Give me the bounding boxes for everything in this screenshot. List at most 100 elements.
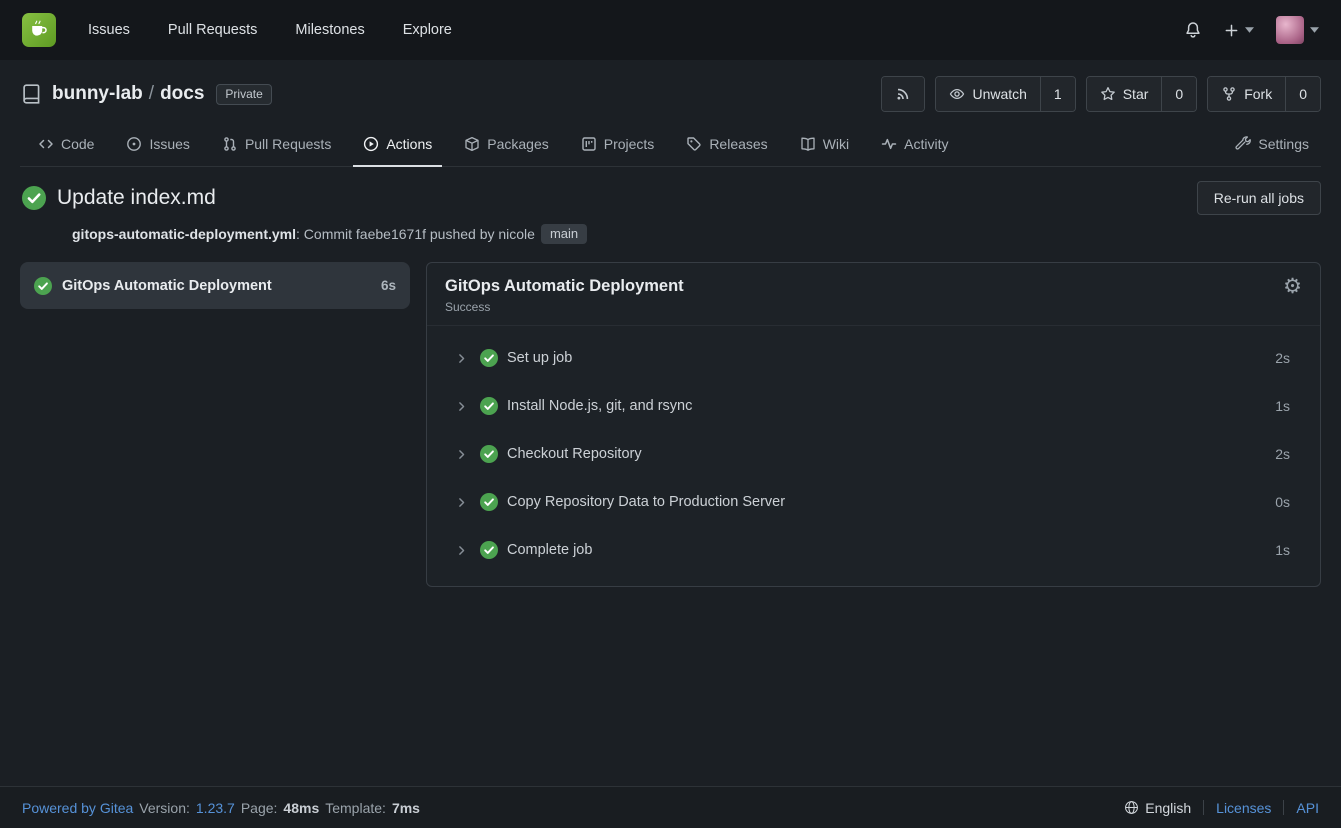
rss-icon	[895, 86, 911, 102]
nav-item-explore[interactable]: Explore	[403, 22, 452, 38]
pulse-icon	[881, 136, 897, 152]
job-detail-title: GitOps Automatic Deployment	[445, 277, 1302, 296]
top-navbar: Issues Pull Requests Milestones Explore	[0, 0, 1341, 60]
tab-releases[interactable]: Releases	[676, 124, 777, 167]
run-subtitle: gitops-automatic-deployment.yml: Commit …	[72, 224, 1321, 244]
chevron-right-icon[interactable]	[455, 400, 468, 413]
language-selector[interactable]: English	[1124, 800, 1191, 816]
repo-title-row: bunny-lab/docs Private	[20, 76, 1321, 112]
tab-label: Issues	[149, 136, 189, 152]
step-name: Complete job	[507, 542, 592, 558]
version-label: Version:	[139, 800, 190, 816]
run-header: Update index.md Re-run all jobs	[20, 181, 1321, 215]
private-badge: Private	[216, 84, 271, 105]
tab-projects[interactable]: Projects	[571, 124, 665, 167]
gear-icon[interactable]: ⚙	[1283, 276, 1302, 297]
page-title: Update index.md	[57, 186, 216, 210]
chevron-right-icon[interactable]	[455, 496, 468, 509]
footer-left: Powered by Gitea Version: 1.23.7 Page: 4…	[22, 800, 420, 816]
chevron-right-icon[interactable]	[455, 544, 468, 557]
licenses-link[interactable]: Licenses	[1216, 800, 1271, 816]
tab-actions[interactable]: Actions	[353, 124, 442, 167]
tab-pull-requests[interactable]: Pull Requests	[212, 124, 341, 167]
notifications-bell-button[interactable]	[1184, 21, 1202, 39]
workflow-steps: Set up job 2s Install Node.js, git, and …	[427, 326, 1320, 586]
footer-right: English Licenses API	[1124, 800, 1319, 816]
breadcrumb: bunny-lab/docs	[52, 83, 204, 105]
rss-button-group	[881, 76, 925, 112]
repo-owner-link[interactable]: bunny-lab	[52, 83, 143, 104]
job-detail-card: GitOps Automatic Deployment Success ⚙ Se…	[426, 262, 1321, 587]
job-list-item[interactable]: GitOps Automatic Deployment 6s	[20, 262, 410, 309]
divider	[1283, 800, 1284, 815]
actions-run-view: Update index.md Re-run all jobs gitops-a…	[0, 167, 1341, 786]
bell-icon	[1184, 21, 1202, 39]
step-duration: 1s	[1275, 398, 1290, 414]
branch-badge[interactable]: main	[541, 224, 587, 244]
watchers-count[interactable]: 1	[1040, 77, 1075, 111]
version-link[interactable]: 1.23.7	[196, 800, 235, 816]
chevron-right-icon[interactable]	[455, 352, 468, 365]
globe-icon	[1124, 800, 1139, 815]
step-row[interactable]: Set up job 2s	[427, 334, 1320, 382]
unwatch-button[interactable]: Unwatch	[936, 77, 1039, 111]
step-name: Copy Repository Data to Production Serve…	[507, 494, 785, 510]
star-button[interactable]: Star	[1087, 77, 1162, 111]
step-row[interactable]: Copy Repository Data to Production Serve…	[427, 478, 1320, 526]
page: Issues Pull Requests Milestones Explore	[0, 0, 1341, 828]
repo-name-link[interactable]: docs	[160, 83, 204, 104]
user-menu-button[interactable]	[1276, 16, 1319, 44]
tab-issues[interactable]: Issues	[116, 124, 199, 167]
repo-icon	[20, 83, 42, 105]
gitea-logo[interactable]	[22, 13, 56, 47]
issue-opened-icon	[126, 136, 142, 152]
tab-code[interactable]: Code	[28, 124, 104, 167]
rerun-all-jobs-button[interactable]: Re-run all jobs	[1197, 181, 1321, 215]
language-label: English	[1145, 800, 1191, 816]
create-new-menu-button[interactable]	[1224, 23, 1254, 38]
chevron-down-icon	[1310, 27, 1319, 33]
job-name: GitOps Automatic Deployment	[62, 278, 371, 294]
workflow-file-link[interactable]: gitops-automatic-deployment.yml	[72, 226, 296, 242]
fork-button[interactable]: Fork	[1208, 77, 1285, 111]
chevron-down-icon	[1245, 27, 1254, 33]
rss-feed-button[interactable]	[882, 77, 924, 111]
divider	[1203, 800, 1204, 815]
job-detail-header: GitOps Automatic Deployment Success ⚙	[427, 263, 1320, 326]
watch-button-group: Unwatch 1	[935, 76, 1075, 112]
tab-wiki[interactable]: Wiki	[790, 124, 859, 167]
tag-icon	[686, 136, 702, 152]
nav-item-issues[interactable]: Issues	[88, 22, 130, 38]
check-circle-icon	[34, 277, 52, 295]
nav-item-pull-requests[interactable]: Pull Requests	[168, 22, 257, 38]
stars-count[interactable]: 0	[1161, 77, 1196, 111]
check-circle-icon	[480, 445, 498, 463]
chevron-right-icon[interactable]	[455, 448, 468, 461]
api-link[interactable]: API	[1296, 800, 1319, 816]
job-duration: 6s	[381, 278, 396, 293]
git-pull-request-icon	[222, 136, 238, 152]
tab-activity[interactable]: Activity	[871, 124, 958, 167]
step-duration: 1s	[1275, 542, 1290, 558]
step-name: Set up job	[507, 350, 572, 366]
nav-item-milestones[interactable]: Milestones	[295, 22, 364, 38]
step-duration: 0s	[1275, 494, 1290, 510]
forks-count[interactable]: 0	[1285, 77, 1320, 111]
book-icon	[800, 136, 816, 152]
step-row[interactable]: Install Node.js, git, and rsync 1s	[427, 382, 1320, 430]
tab-label: Wiki	[823, 136, 849, 152]
tab-settings[interactable]: Settings	[1225, 124, 1319, 167]
check-circle-icon	[480, 397, 498, 415]
check-circle-icon	[22, 186, 46, 210]
tab-label: Actions	[386, 136, 432, 152]
repo-header: bunny-lab/docs Private	[0, 60, 1341, 167]
powered-by-gitea-link[interactable]: Powered by Gitea	[22, 800, 133, 816]
step-row[interactable]: Checkout Repository 2s	[427, 430, 1320, 478]
code-icon	[38, 136, 54, 152]
eye-icon	[949, 86, 965, 102]
check-circle-icon	[480, 349, 498, 367]
tab-packages[interactable]: Packages	[454, 124, 558, 167]
job-status-text: Success	[445, 300, 1302, 314]
step-row[interactable]: Complete job 1s	[427, 526, 1320, 574]
play-circle-icon	[363, 136, 379, 152]
